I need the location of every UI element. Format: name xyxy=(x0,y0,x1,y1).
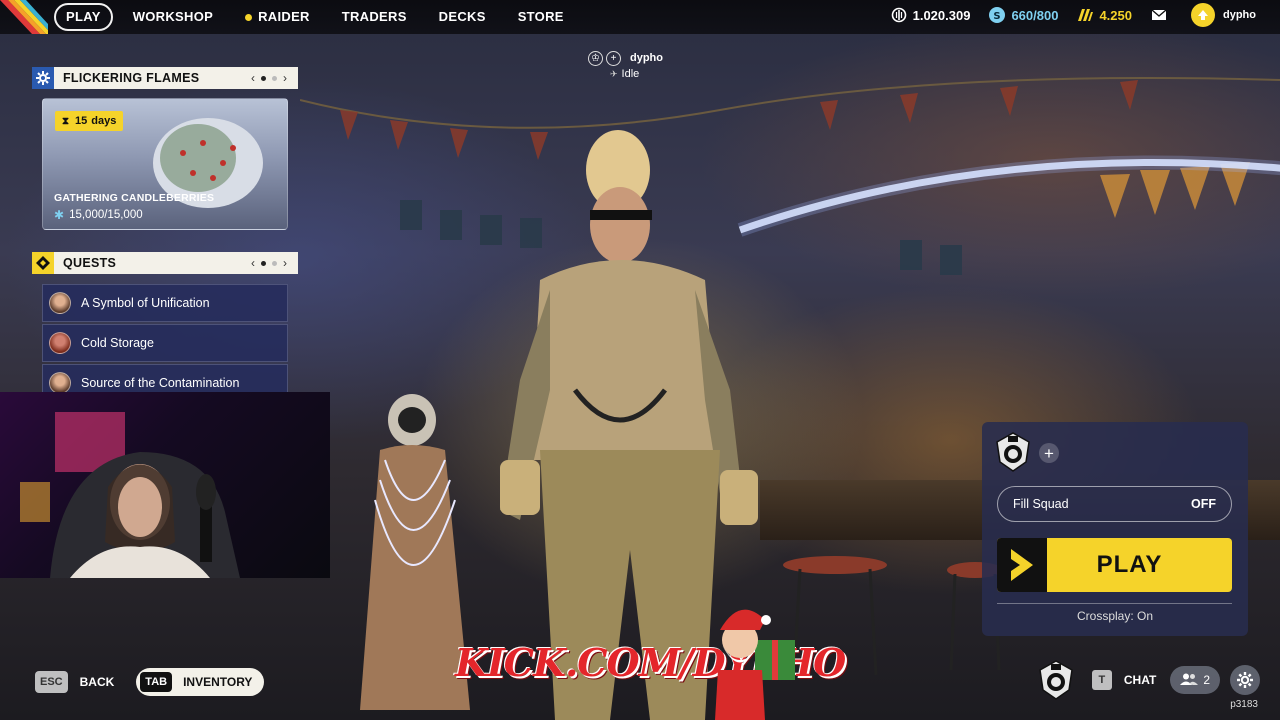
quests-panel-header: QUESTS ‹ › xyxy=(32,252,298,274)
nav-raider[interactable]: RAIDER xyxy=(233,3,322,31)
player-emblem-icon[interactable] xyxy=(1038,660,1074,700)
fill-squad-label: Fill Squad xyxy=(1013,497,1069,511)
player-name: dypho xyxy=(630,52,663,64)
raider-tokens-value: 4.250 xyxy=(1099,7,1132,23)
player-nameplate: ♔ + dypho ✈ Idle xyxy=(588,50,663,82)
crown-icon: ♔ xyxy=(588,50,603,66)
chat-button[interactable]: CHAT xyxy=(1124,673,1156,687)
quests-title: QUESTS xyxy=(63,256,117,270)
fill-squad-value: OFF xyxy=(1191,497,1216,511)
event-panel-header: FLICKERING FLAMES ‹ › xyxy=(32,67,298,89)
event-timer-value: 15 xyxy=(75,115,88,127)
play-button[interactable]: PLAY xyxy=(997,538,1232,592)
fill-squad-toggle[interactable]: Fill Squad OFF xyxy=(997,486,1232,522)
page-dot[interactable] xyxy=(261,75,266,81)
divider xyxy=(997,603,1232,604)
quest-giver-avatar xyxy=(49,292,71,314)
add-icon[interactable]: + xyxy=(606,50,621,66)
build-version: p3183 xyxy=(1230,699,1258,710)
chevron-left-icon[interactable]: ‹ xyxy=(248,71,258,85)
chevron-left-icon[interactable]: ‹ xyxy=(248,256,258,270)
squad-panel: + Fill Squad OFF PLAY Crossplay: On xyxy=(982,422,1248,636)
bottom-right-controls: T CHAT 2 xyxy=(1038,660,1260,700)
raider-token-icon xyxy=(1076,6,1094,24)
event-progress-value: 15,000/15,000 xyxy=(69,209,143,221)
inventory-button[interactable]: TAB INVENTORY xyxy=(136,668,265,696)
nav-play[interactable]: PLAY xyxy=(54,3,113,31)
quest-icon xyxy=(32,252,54,274)
event-timer-unit: days xyxy=(91,115,117,127)
play-arrow-icon xyxy=(997,538,1047,592)
page-dot[interactable] xyxy=(272,75,277,81)
credits-display[interactable]: 1.020.309 xyxy=(890,6,971,24)
mail-button[interactable] xyxy=(1150,6,1173,24)
santa-sticker xyxy=(715,609,795,720)
chevron-right-icon[interactable]: › xyxy=(280,256,290,270)
quest-giver-avatar xyxy=(49,372,71,394)
streamer-webcam-overlay xyxy=(0,392,330,578)
event-pager: ‹ › xyxy=(248,71,290,85)
friends-count: 2 xyxy=(1203,673,1210,687)
quest-giver-avatar xyxy=(49,332,71,354)
add-squad-member-button[interactable]: + xyxy=(1039,443,1059,463)
back-button[interactable]: BACK xyxy=(80,675,115,689)
nav-raider-label: RAIDER xyxy=(258,9,310,24)
gear-icon: ✱ xyxy=(54,208,65,222)
quest-list: A Symbol of Unification Cold Storage Sou… xyxy=(42,284,288,404)
gear-icon xyxy=(32,67,54,89)
page-dot[interactable] xyxy=(272,260,277,266)
quest-label: A Symbol of Unification xyxy=(81,296,210,310)
nav-traders[interactable]: TRADERS xyxy=(330,3,419,31)
webcam-image xyxy=(20,412,240,578)
settings-button[interactable] xyxy=(1230,665,1260,695)
tab-keycap: TAB xyxy=(140,672,173,692)
event-title: FLICKERING FLAMES xyxy=(63,71,200,85)
inventory-label: INVENTORY xyxy=(183,675,253,689)
rainbow-stripe-logo xyxy=(0,0,48,34)
idle-icon: ✈ xyxy=(610,68,618,79)
level-up-icon xyxy=(1191,3,1215,27)
event-objective-name: GATHERING CANDLEBERRIES xyxy=(54,192,215,204)
event-card[interactable]: ⧗ 15 days GATHERING CANDLEBERRIES ✱ 15,0… xyxy=(42,98,288,230)
notification-dot-icon xyxy=(245,13,253,21)
credits-value: 1.020.309 xyxy=(912,7,971,23)
chevron-right-icon[interactable]: › xyxy=(280,71,290,85)
crossplay-status: Crossplay: On xyxy=(1076,609,1154,623)
squad-member-emblem[interactable] xyxy=(996,432,1030,472)
mail-icon xyxy=(1150,6,1168,24)
svg-text:S: S xyxy=(994,11,1001,22)
profile-button[interactable]: dypho xyxy=(1191,3,1256,27)
quest-label: Cold Storage xyxy=(81,336,154,350)
friends-button[interactable]: 2 xyxy=(1170,666,1220,694)
player-status: Idle xyxy=(621,68,640,80)
gear-icon xyxy=(1237,672,1253,688)
profile-name: dypho xyxy=(1223,9,1256,21)
list-item[interactable]: Cold Storage xyxy=(42,324,288,362)
people-icon xyxy=(1180,673,1199,688)
hourglass-icon: ⧗ xyxy=(62,115,70,127)
credits-icon xyxy=(890,6,908,24)
play-button-label: PLAY xyxy=(1096,551,1163,578)
top-navigation-bar: PLAY WORKSHOP RAIDER TRADERS DECKS STORE… xyxy=(0,0,1280,34)
nav-decks[interactable]: DECKS xyxy=(427,3,498,31)
bottom-left-controls: ESC BACK TAB INVENTORY xyxy=(35,668,265,696)
coins-value: 660/800 xyxy=(1011,7,1059,23)
raider-tokens-display[interactable]: 4.250 xyxy=(1076,6,1132,24)
coins-icon: S xyxy=(988,6,1006,24)
list-item[interactable]: A Symbol of Unification xyxy=(42,284,288,322)
coins-display[interactable]: S 660/800 xyxy=(988,6,1058,24)
event-progress: ✱ 15,000/15,000 xyxy=(54,208,143,222)
t-keycap: T xyxy=(1091,670,1112,690)
esc-keycap: ESC xyxy=(35,671,68,693)
event-timer-badge: ⧗ 15 days xyxy=(55,111,124,131)
quest-label: Source of the Contamination xyxy=(81,376,240,390)
quests-pager: ‹ › xyxy=(248,256,290,270)
plus-icon: + xyxy=(1044,443,1054,463)
nav-workshop[interactable]: WORKSHOP xyxy=(121,3,225,31)
neon-ring-light xyxy=(737,155,1280,237)
page-dot[interactable] xyxy=(261,260,266,266)
nav-store[interactable]: STORE xyxy=(506,3,576,31)
main-nav: PLAY WORKSHOP RAIDER TRADERS DECKS STORE xyxy=(54,2,584,32)
currency-bar: 1.020.309 S 660/800 4.250 dypho xyxy=(890,0,1280,30)
